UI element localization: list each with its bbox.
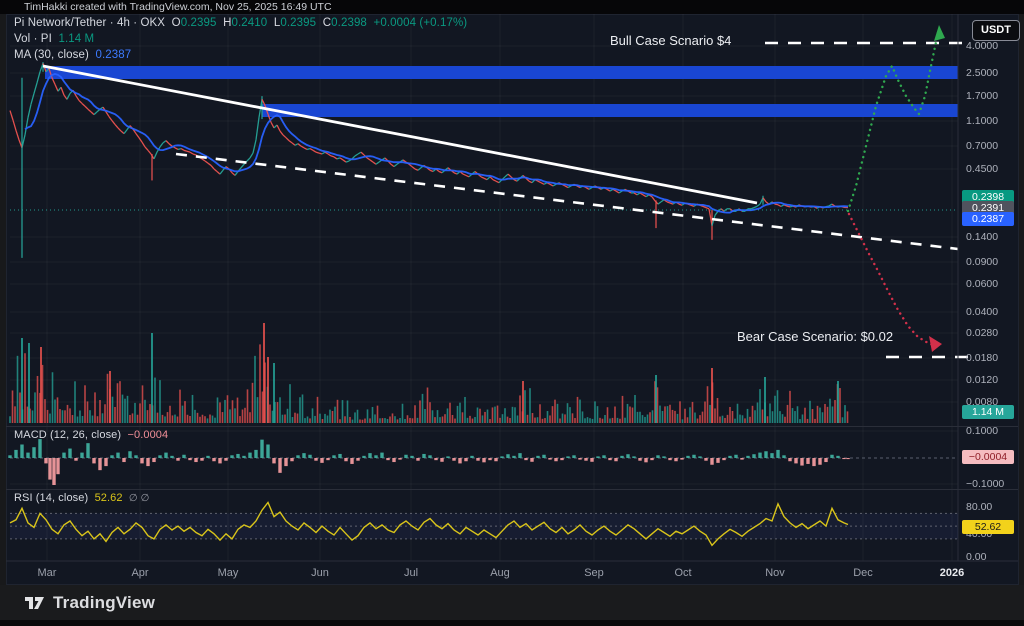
time-axis-label[interactable]: Jul — [404, 567, 418, 579]
axis-label[interactable]: −0.1000 — [966, 478, 1004, 490]
axis-label[interactable]: 1.7000 — [966, 90, 998, 102]
chart-background[interactable] — [6, 14, 1019, 585]
volume-value: 1.14 M — [58, 33, 94, 45]
tradingview-logo-icon — [24, 592, 45, 613]
time-axis-label[interactable]: Oct — [674, 567, 691, 579]
ma-value: 0.2387 — [96, 49, 132, 61]
time-axis-label[interactable]: Nov — [765, 567, 785, 579]
axis-label[interactable]: 1.1000 — [966, 115, 998, 127]
axis-label[interactable]: 0.0180 — [966, 352, 998, 364]
ohlc-close-value: 0.2398 — [331, 17, 367, 29]
time-axis-label[interactable]: Jun — [311, 567, 329, 579]
volume-label: Vol · PI — [14, 33, 52, 45]
symbol-legend-row[interactable]: Pi Network/Tether · 4h · OKX O0.2395 H0.… — [14, 17, 467, 29]
price-change: +0.0004 (+0.17%) — [374, 17, 468, 29]
axis-label[interactable]: 0.0280 — [966, 327, 998, 339]
bottom-edge — [0, 620, 1024, 626]
time-axis-label[interactable]: Apr — [131, 567, 148, 579]
time-axis-label[interactable]: Aug — [490, 567, 510, 579]
tradingview-logo[interactable]: TradingView — [24, 592, 155, 613]
ma-legend-row[interactable]: MA (30, close) 0.2387 — [14, 49, 131, 61]
ohlc-open-label: O — [172, 17, 181, 29]
axis-label[interactable]: 0.0600 — [966, 278, 998, 290]
axis-label[interactable]: 0.7000 — [966, 140, 998, 152]
volume-legend-row[interactable]: Vol · PI 1.14 M — [14, 33, 94, 45]
bull-case-annotation: Bull Case Scnario $4 — [610, 33, 731, 48]
time-axis-label[interactable]: Dec — [853, 567, 873, 579]
bear-case-annotation: Bear Case Scenario: $0.02 — [737, 329, 893, 344]
rsi-hidden-plots-icon[interactable]: ∅ ∅ — [129, 493, 150, 504]
axis-label[interactable]: 80.00 — [966, 501, 992, 513]
ma-label: MA (30, close) — [14, 49, 89, 61]
axis-label[interactable]: 4.0000 — [966, 40, 998, 52]
tradingview-logo-text: TradingView — [53, 593, 155, 613]
axis-label[interactable]: 2.5000 — [966, 67, 998, 79]
price-badge: 0.2387 — [962, 212, 1014, 226]
axis-label[interactable]: 0.0400 — [966, 306, 998, 318]
ohlc-open-value: 0.2395 — [181, 17, 217, 29]
time-axis-label[interactable]: May — [218, 567, 239, 579]
ohlc-high-label: H — [223, 17, 231, 29]
rsi-value: 52.62 — [95, 492, 123, 504]
price-badge: 1.14 M — [962, 405, 1014, 419]
ohlc-high-value: 0.2410 — [232, 17, 268, 29]
macd-label: MACD (12, 26, close) — [14, 429, 121, 441]
price-badge: 52.62 — [962, 520, 1014, 534]
time-axis-label[interactable]: 2026 — [940, 567, 964, 579]
rsi-legend-row[interactable]: RSI (14, close) 52.62 ∅ ∅ — [14, 492, 149, 504]
symbol-title[interactable]: Pi Network/Tether · 4h · OKX — [14, 17, 165, 29]
time-axis-label[interactable]: Mar — [38, 567, 57, 579]
attribution-bar: TimHakki created with TradingView.com, N… — [0, 0, 1024, 14]
axis-label[interactable]: 0.0900 — [966, 256, 998, 268]
macd-legend-row[interactable]: MACD (12, 26, close) −0.0004 — [14, 429, 168, 441]
time-axis-label[interactable]: Sep — [584, 567, 604, 579]
attribution-text: TimHakki created with TradingView.com, N… — [24, 1, 332, 13]
axis-label[interactable]: 0.4500 — [966, 163, 998, 175]
ohlc-low-value: 0.2395 — [280, 17, 316, 29]
ohlc-close-label: C — [323, 17, 331, 29]
rsi-label: RSI (14, close) — [14, 492, 88, 504]
axis-label[interactable]: 0.00 — [966, 551, 986, 563]
axis-label[interactable]: 0.0120 — [966, 374, 998, 386]
axis-label[interactable]: 0.1400 — [966, 231, 998, 243]
axis-label[interactable]: 0.1000 — [966, 425, 998, 437]
price-badge: −0.0004 — [962, 450, 1014, 464]
currency-toggle-button[interactable]: USDT — [972, 20, 1020, 41]
macd-value: −0.0004 — [127, 429, 168, 441]
